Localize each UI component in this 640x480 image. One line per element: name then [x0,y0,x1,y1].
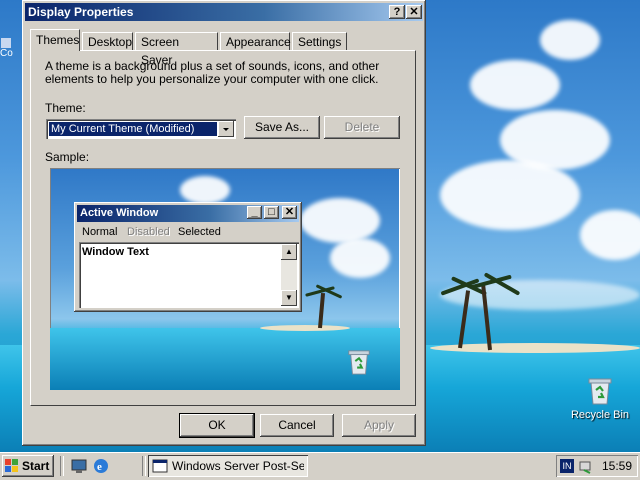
scroll-down-icon: ▼ [281,290,297,306]
window-app-icon [152,459,168,473]
apply-label: Apply [363,418,395,432]
taskbar-divider [60,456,64,476]
cloud [180,176,230,204]
help-icon: ? [393,6,401,18]
chevron-down-icon[interactable] [218,121,234,137]
recycle-bin-icon [586,376,614,406]
sample-titlebar: Active Window _ □ ✕ [77,205,299,222]
save-as-label: Save As... [254,120,310,134]
taskbar: Start e Windows Server Post-Se... IN 15:… [0,452,640,480]
task-label: Windows Server Post-Se... [172,459,304,473]
tab-label: Desktop [88,35,133,49]
scroll-up-icon: ▲ [281,244,297,260]
delete-button[interactable]: Delete [324,116,400,139]
cloud [580,210,640,260]
task-windows-server-post-setup[interactable]: Windows Server Post-Se... [148,455,308,477]
icon-label: Co [0,48,13,59]
tab-themes[interactable]: Themes [30,29,80,51]
tab-desktop[interactable]: Desktop [82,32,133,50]
sample-scrollbar: ▲ ▼ [281,244,297,306]
recycle-bin-label: Recycle Bin [570,409,630,421]
sample-window-text-area: Window Text ▲ ▼ [79,242,299,308]
ok-label: OK [208,418,226,432]
cloud [470,60,560,110]
sample-menu-disabled: Disabled [127,226,170,238]
sample-label: Sample: [45,150,90,164]
windows-logo-icon [5,459,18,472]
desktop-icon[interactable] [70,457,88,475]
help-button[interactable]: ? [389,5,405,19]
start-label: Start [22,459,50,473]
cloud [300,198,380,243]
tab-appearance[interactable]: Appearance [220,32,291,50]
sample-menu: Normal Disabled Selected [77,224,299,239]
network-icon[interactable] [578,458,594,474]
my-computer-icon[interactable]: Co [0,38,22,68]
sample-menu-normal: Normal [82,226,118,238]
cloud [330,238,390,278]
theme-select[interactable]: My Current Theme (Modified) [46,119,236,139]
tab-screen-saver[interactable]: Screen Saver [135,32,218,67]
ok-button[interactable]: OK [179,413,255,438]
sample-island [260,325,350,331]
recycle-bin-icon [346,348,372,376]
theme-select-value: My Current Theme (Modified) [48,121,218,137]
system-tray: IN 15:59 [556,455,638,477]
minimize-icon: _ [247,206,262,219]
close-icon: ✕ [409,6,419,18]
sample-window-title: Active Window [80,207,159,219]
tab-label: Themes [36,33,80,47]
recycle-bin[interactable]: Recycle Bin [568,376,632,421]
maximize-icon: □ [264,206,279,219]
dialog-title: Display Properties [28,5,134,19]
start-button[interactable]: Start [2,455,54,477]
save-as-button[interactable]: Save As... [244,116,320,139]
taskbar-divider [142,456,146,476]
sample-menu-selected: Selected [178,226,221,238]
svg-text:e: e [97,461,102,473]
sample-active-window: Active Window _ □ ✕ Normal Disabled Sele… [74,202,302,312]
cancel-label: Cancel [278,418,316,432]
theme-label: Theme: [45,101,86,115]
close-button[interactable]: ✕ [406,5,422,19]
language-indicator[interactable]: IN [560,459,574,473]
sample-window-text: Window Text [82,246,149,258]
delete-label: Delete [344,120,380,134]
tab-label: Appearance [226,35,291,49]
palm-tree [318,292,326,329]
apply-button[interactable]: Apply [342,414,416,437]
tab-settings[interactable]: Settings [292,32,347,50]
display-properties-dialog: Display Properties ? ✕ Themes Desktop Sc… [22,0,426,446]
themes-description: A theme is a background plus a set of so… [45,59,380,86]
dialog-titlebar[interactable]: Display Properties ? ✕ [25,3,423,21]
clock[interactable]: 15:59 [602,459,632,473]
cancel-button[interactable]: Cancel [260,414,334,437]
cloud [540,20,600,60]
cloud [440,160,580,230]
tab-label: Settings [298,35,342,49]
ie-icon[interactable]: e [92,457,110,475]
close-icon: ✕ [282,206,297,219]
